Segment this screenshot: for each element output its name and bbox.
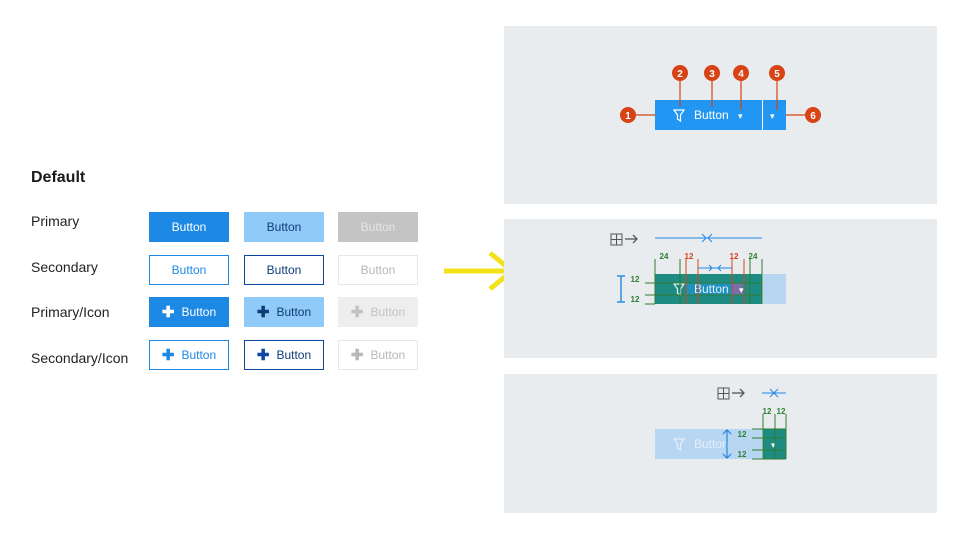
arrow-right-icon [732,388,745,398]
spacing-value: 12 [777,407,786,416]
button-label: Button [360,263,396,277]
callout-1: 1 [625,111,631,122]
callout-4: 4 [738,69,744,80]
button-label: Button [360,220,396,234]
button-label: Button [181,305,217,319]
spacing-value: 24 [660,252,669,261]
secondary-icon-button-disabled: ✚ Button [338,340,418,370]
plus-icon: ✚ [350,303,364,321]
button-label: Button [171,220,207,234]
plus-icon: ✚ [256,303,270,321]
button-label: Button [276,305,312,319]
button-label: Button [694,282,729,296]
secondary-icon-button-hover[interactable]: ✚ Button [244,340,324,370]
button-label: Button [694,437,729,451]
callout-5: 5 [774,69,780,80]
secondary-button-default[interactable]: Button [149,255,229,285]
button-label: Button [370,305,406,319]
spacing-value: 24 [749,252,758,261]
primary-icon-button-hover[interactable]: ✚ Button [244,297,324,327]
spacing-value: 12 [763,407,772,416]
spacing-value: 12 [730,252,739,261]
secondary-button-disabled: Button [338,255,418,285]
primary-button-hover[interactable]: Button [244,212,324,242]
chevron-down-icon: ▾ [739,285,744,295]
spacing-value: 12 [631,275,640,284]
spacing-value: 12 [685,252,694,261]
chevron-down-icon: ▾ [738,111,743,121]
row-label-primary-icon: Primary/Icon [31,304,110,320]
plus-icon: ✚ [256,346,270,364]
compress-width-indicator [655,233,762,243]
button-label: Button [171,263,207,277]
plus-icon: ✚ [161,346,175,364]
spacing-panel: Button ▾ 24 12 12 24 12 12 [504,219,937,358]
grid-layout-icon [717,387,730,400]
chevron-down-icon: ▾ [770,111,775,121]
secondary-button-hover[interactable]: Button [244,255,324,285]
primary-button-default[interactable]: Button [149,212,229,242]
spacing-value: 12 [738,450,747,459]
arrow-right-icon [625,234,638,244]
secondary-icon-button-default[interactable]: ✚ Button [149,340,229,370]
height-indicator [617,275,625,303]
spacing-value: 12 [738,430,747,439]
row-label-primary: Primary [31,213,80,229]
plus-icon: ✚ [350,346,364,364]
button-label: Button [276,348,312,362]
button-label: Button [266,263,302,277]
plus-icon: ✚ [161,303,175,321]
primary-icon-button-default[interactable]: ✚ Button [149,297,229,327]
row-label-secondary-icon: Secondary/Icon [31,350,129,366]
button-label: Button [266,220,302,234]
callout-3: 3 [709,69,715,80]
primary-button-disabled: Button [338,212,418,242]
button-label: Button [370,348,406,362]
callout-2: 2 [677,69,683,80]
button-label: Button [694,108,729,122]
row-label-secondary: Secondary [31,259,98,275]
section-title: Default [31,169,86,186]
spacing-value: 12 [631,295,640,304]
button-label: Button [181,348,217,362]
compress-width-indicator [762,388,786,398]
compact-panel: Button ▾ 12 12 12 12 [504,374,937,513]
primary-icon-button-disabled: ✚ Button [338,297,418,327]
grid-layout-icon [610,233,623,246]
callout-6: 6 [810,111,816,122]
anatomy-panel: Button ▾ ▾ 1 2 3 4 5 6 [504,26,937,204]
